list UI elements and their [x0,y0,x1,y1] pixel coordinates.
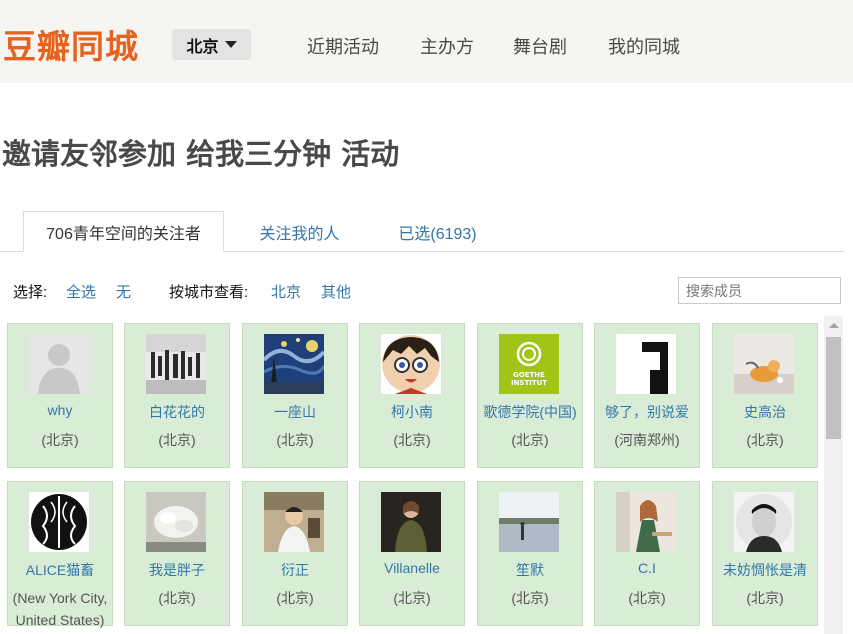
member-card[interactable]: 笙默 (北京) [477,481,583,626]
member-card[interactable]: 一座山 (北京) [242,323,348,468]
select-none-link[interactable]: 无 [116,281,131,302]
member-card[interactable]: Villanelle (北京) [359,481,465,626]
member-card[interactable]: C.I (北京) [594,481,700,626]
member-name[interactable]: 柯小南 [360,402,464,422]
member-card[interactable]: 白花花的 (北京) [124,323,230,468]
member-city: (河南郑州) [614,432,680,448]
member-city: (北京) [41,432,79,448]
city-filter-beijing[interactable]: 北京 [271,281,301,302]
avatar [734,334,794,394]
member-city: (北京) [393,590,431,606]
member-name[interactable]: Villanelle [360,560,464,576]
default-avatar-icon [29,334,89,394]
svg-text:INSTITUT: INSTITUT [511,379,547,387]
avatar [734,492,794,552]
tab-706-followers[interactable]: 706青年空间的关注者 [23,211,224,252]
nav-my-city[interactable]: 我的同城 [608,33,680,59]
nav-recent-events[interactable]: 近期活动 [307,33,379,59]
city-switcher-button[interactable]: 北京 [172,29,251,60]
search-members-input[interactable] [678,277,841,304]
select-label: 选择: [13,284,48,301]
avatar [616,492,676,552]
avatar [381,334,441,394]
goethe-institut-logo: GOETHE INSTITUT [499,334,559,394]
current-city-label: 北京 [186,38,219,56]
member-list-scrollbar[interactable] [824,316,843,634]
avatar [29,492,89,552]
nav-organizers[interactable]: 主办方 [420,33,474,59]
scrollbar-thumb[interactable] [826,337,841,439]
member-name[interactable]: 一座山 [243,402,347,422]
member-card[interactable]: 柯小南 (北京) [359,323,465,468]
member-name[interactable]: 笙默 [478,560,582,580]
tab-my-followers[interactable]: 关注我的人 [242,211,357,252]
member-city: (北京) [158,432,196,448]
member-name[interactable]: 够了，别说爱 [595,402,699,422]
member-card[interactable]: 未妨惆怅是清 (北京) [712,481,818,626]
douban-tongcheng-logo[interactable]: 豆瓣同城 [3,20,139,68]
member-card[interactable]: 够了，别说爱 (河南郑州) [594,323,700,468]
member-card[interactable]: why (北京) [7,323,113,468]
member-city: (北京) [746,590,784,606]
top-nav-bar: 豆瓣同城 北京 近期活动 主办方 舞台剧 我的同城 [0,0,853,83]
member-city: (北京) [393,432,431,448]
member-card[interactable]: ALICE猫畜 (New York City, United States) [7,481,113,628]
member-card[interactable]: GOETHE INSTITUT 歌德学院(中国) (北京) [477,323,583,468]
member-card[interactable]: 我是胖子 (北京) [124,481,230,626]
avatar [264,334,324,394]
member-city: (北京) [276,590,314,606]
select-all-link[interactable]: 全选 [66,281,96,302]
member-card[interactable]: 史高治 (北京) [712,323,818,468]
page-title: 邀请友邻参加 给我三分钟 活动 [2,137,400,171]
avatar [616,334,676,394]
tab-selected[interactable]: 已选(6193) [385,211,490,252]
member-name[interactable]: 史高治 [713,402,817,422]
member-name[interactable]: C.I [595,560,699,576]
member-city: (北京) [628,590,666,606]
city-filter-label: 按城市查看: [169,284,249,301]
member-name[interactable]: 我是胖子 [125,560,229,580]
city-filter-other[interactable]: 其他 [321,281,351,302]
avatar [146,334,206,394]
scroll-up-arrow-icon[interactable] [824,316,843,335]
nav-stage-plays[interactable]: 舞台剧 [513,33,567,59]
svg-text:GOETHE: GOETHE [513,371,545,379]
member-name[interactable]: 白花花的 [125,402,229,422]
member-city: (北京) [158,590,196,606]
member-name[interactable]: why [8,402,112,418]
member-city: (北京) [511,590,549,606]
avatar [381,492,441,552]
member-card[interactable]: 衍正 (北京) [242,481,348,626]
member-city: (北京) [511,432,549,448]
member-name[interactable]: 歌德学院(中国) [478,402,582,422]
caret-down-icon [224,41,237,48]
avatar [499,492,559,552]
member-city: (北京) [276,432,314,448]
member-name[interactable]: 衍正 [243,560,347,580]
member-city: (北京) [746,432,784,448]
avatar [146,492,206,552]
member-name[interactable]: 未妨惆怅是清 [713,560,817,580]
member-city: (New York City, United States) [12,590,108,628]
avatar [264,492,324,552]
member-name[interactable]: ALICE猫畜 [8,560,112,580]
